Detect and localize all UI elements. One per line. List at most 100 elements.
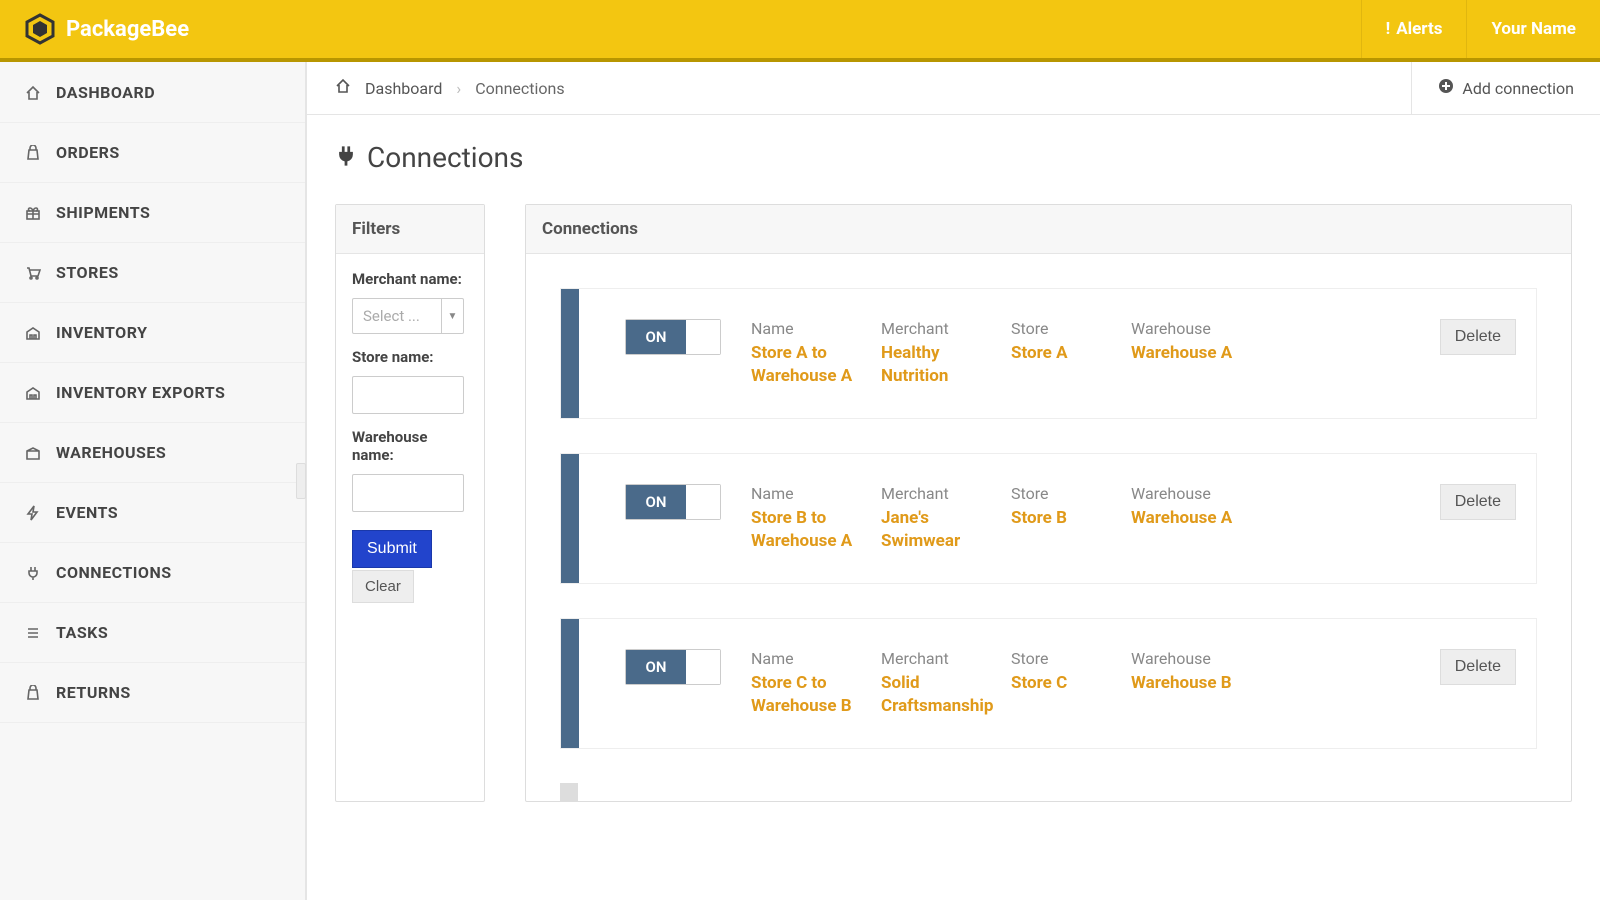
field-label-warehouse: Warehouse xyxy=(1131,319,1281,338)
connection-name-link[interactable]: Store B to Warehouse A xyxy=(751,507,881,553)
plus-circle-icon xyxy=(1438,78,1454,98)
sidebar-item-label: INVENTORY EXPORTS xyxy=(56,383,225,402)
brand-logo-icon xyxy=(24,13,56,45)
bolt-icon xyxy=(24,504,42,522)
breadcrumb: Dashboard › Connections xyxy=(307,62,593,114)
brand-name: PackageBee xyxy=(66,17,189,42)
top-bar: PackageBee ! Alerts Your Name xyxy=(0,0,1600,58)
field-label-store: Store xyxy=(1011,319,1131,338)
connections-panel-title: Connections xyxy=(526,205,1571,254)
warehouse-icon xyxy=(24,384,42,402)
filters-clear-button[interactable]: Clear xyxy=(352,570,414,603)
add-connection-button[interactable]: Add connection xyxy=(1411,62,1600,114)
user-menu[interactable]: Your Name xyxy=(1466,0,1600,58)
connection-card-partial xyxy=(560,783,1537,801)
list-icon xyxy=(24,624,42,642)
field-label-merchant: Merchant xyxy=(881,319,1011,338)
connection-store-link[interactable]: Store A xyxy=(1011,342,1131,365)
sidebar-item-shipments[interactable]: SHIPMENTS xyxy=(0,183,305,243)
connection-warehouse-link[interactable]: Warehouse A xyxy=(1131,342,1281,365)
sidebar-item-label: ORDERS xyxy=(56,143,120,162)
cart-icon xyxy=(24,264,42,282)
store-name-input[interactable] xyxy=(352,376,464,414)
home-icon xyxy=(335,78,351,98)
sidebar-item-label: TASKS xyxy=(56,623,108,642)
filters-panel: Filters Merchant name: Select ... ▼ Stor… xyxy=(335,204,485,802)
breadcrumb-current: Connections xyxy=(475,79,564,98)
main-content: Dashboard › Connections Add connection C… xyxy=(306,62,1600,900)
connection-card: ON Name Store A to Warehouse A Merchant … xyxy=(560,288,1537,419)
home-icon xyxy=(24,84,42,102)
merchant-name-select[interactable]: Select ... ▼ xyxy=(352,298,464,334)
connection-name-link[interactable]: Store C to Warehouse B xyxy=(751,672,881,718)
connection-merchant-link[interactable]: Healthy Nutrition xyxy=(881,342,1011,388)
connection-warehouse-link[interactable]: Warehouse B xyxy=(1131,672,1281,695)
sidebar-item-inventory[interactable]: INVENTORY xyxy=(0,303,305,363)
sidebar-item-stores[interactable]: STORES xyxy=(0,243,305,303)
add-connection-label: Add connection xyxy=(1462,79,1574,98)
connection-store-link[interactable]: Store C xyxy=(1011,672,1131,695)
sidebar-item-label: RETURNS xyxy=(56,683,131,702)
field-label-merchant: Merchant xyxy=(881,649,1011,668)
bag-icon xyxy=(24,684,42,702)
merchant-select-placeholder: Select ... xyxy=(353,307,441,325)
connection-name-link[interactable]: Store A to Warehouse A xyxy=(751,342,881,388)
toggle-knob xyxy=(686,320,720,354)
sidebar-item-label: INVENTORY xyxy=(56,323,148,342)
filters-submit-button[interactable]: Submit xyxy=(352,530,432,568)
connection-toggle[interactable]: ON xyxy=(625,484,721,520)
sidebar-item-label: DASHBOARD xyxy=(56,83,155,102)
connection-merchant-link[interactable]: Solid Craftsmanship xyxy=(881,672,1011,718)
brand[interactable]: PackageBee xyxy=(0,13,189,45)
sidebar-item-label: WAREHOUSES xyxy=(56,443,166,462)
plug-icon xyxy=(335,141,357,174)
gift-icon xyxy=(24,204,42,222)
breadcrumb-link-dashboard[interactable]: Dashboard xyxy=(365,79,442,98)
sidebar-item-orders[interactable]: ORDERS xyxy=(0,123,305,183)
alerts-button[interactable]: ! Alerts xyxy=(1361,0,1467,58)
warehouse-icon xyxy=(24,324,42,342)
delete-connection-button[interactable]: Delete xyxy=(1440,484,1516,520)
status-bar-inactive xyxy=(560,783,578,801)
delete-connection-button[interactable]: Delete xyxy=(1440,649,1516,685)
plug-icon xyxy=(24,564,42,582)
filters-panel-title: Filters xyxy=(336,205,484,254)
sidebar: DASHBOARD ORDERS SHIPMENTS STORES INVENT… xyxy=(0,62,306,900)
connection-card: ON Name Store B to Warehouse A Merchant … xyxy=(560,453,1537,584)
field-label-warehouse: Warehouse xyxy=(1131,649,1281,668)
connection-merchant-link[interactable]: Jane's Swimwear xyxy=(881,507,1011,553)
connection-warehouse-link[interactable]: Warehouse A xyxy=(1131,507,1281,530)
field-label-store: Store xyxy=(1011,484,1131,503)
merchant-name-label: Merchant name: xyxy=(352,270,468,288)
toggle-on-label: ON xyxy=(626,650,686,684)
sidebar-item-label: CONNECTIONS xyxy=(56,563,172,582)
sidebar-item-events[interactable]: EVENTS xyxy=(0,483,305,543)
chevron-down-icon: ▼ xyxy=(441,299,463,333)
connection-toggle[interactable]: ON xyxy=(625,319,721,355)
topline: Dashboard › Connections Add connection xyxy=(307,62,1600,115)
connection-store-link[interactable]: Store B xyxy=(1011,507,1131,530)
warehouse-name-input[interactable] xyxy=(352,474,464,512)
chevron-right-icon: › xyxy=(456,79,461,98)
delete-connection-button[interactable]: Delete xyxy=(1440,319,1516,355)
sidebar-item-warehouses[interactable]: WAREHOUSES xyxy=(0,423,305,483)
page-title-text: Connections xyxy=(367,141,523,174)
page-title: Connections xyxy=(307,115,1600,188)
sidebar-item-returns[interactable]: RETURNS xyxy=(0,663,305,723)
store-name-label: Store name: xyxy=(352,348,468,366)
sidebar-resize-handle[interactable] xyxy=(296,463,306,499)
alerts-label: Alerts xyxy=(1396,19,1442,39)
sidebar-item-tasks[interactable]: TASKS xyxy=(0,603,305,663)
field-label-name: Name xyxy=(751,319,881,338)
username: Your Name xyxy=(1491,19,1576,39)
sidebar-item-label: EVENTS xyxy=(56,503,118,522)
connection-toggle[interactable]: ON xyxy=(625,649,721,685)
toggle-on-label: ON xyxy=(626,485,686,519)
field-label-merchant: Merchant xyxy=(881,484,1011,503)
sidebar-item-dashboard[interactable]: DASHBOARD xyxy=(0,62,305,123)
sidebar-item-connections[interactable]: CONNECTIONS xyxy=(0,543,305,603)
connections-panel: Connections ON Name Store A to Warehouse… xyxy=(525,204,1572,802)
status-bar xyxy=(561,619,579,748)
bag-icon xyxy=(24,144,42,162)
sidebar-item-inventory-exports[interactable]: INVENTORY EXPORTS xyxy=(0,363,305,423)
